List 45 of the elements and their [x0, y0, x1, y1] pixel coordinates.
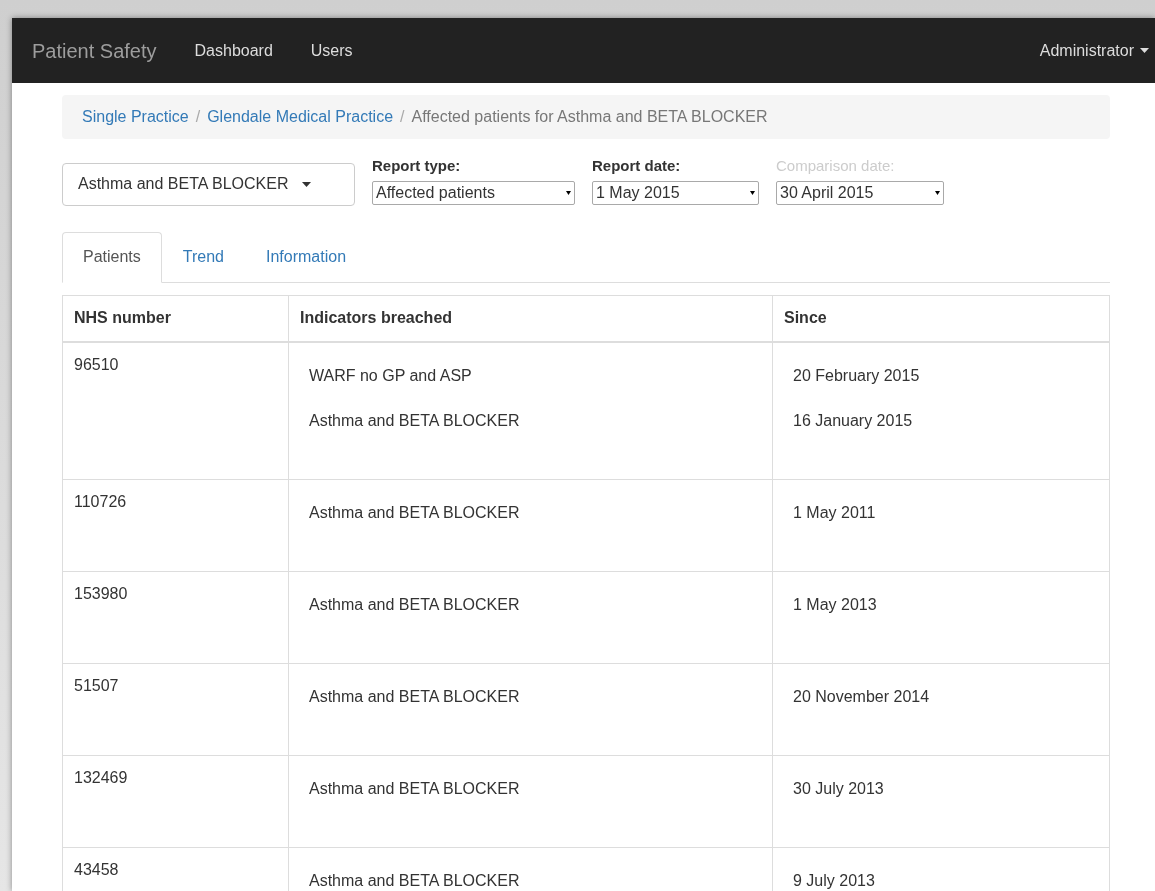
nav-link[interactable]: Users [310, 38, 353, 63]
since-date: 20 February 2015 [793, 365, 920, 386]
since-date: 16 January 2015 [793, 410, 913, 431]
since-date: 9 July 2013 [793, 870, 875, 891]
breadcrumb-separator: / [194, 107, 202, 127]
nhs-number: 96510 [74, 356, 119, 373]
nhs-number: 132469 [74, 769, 128, 786]
caret-icon [1140, 48, 1149, 53]
breadcrumb-separator: / [399, 107, 406, 127]
since-date: 20 November 2014 [793, 686, 930, 707]
breadcrumb-current: Affected patients for Asthma and BETA BLOCKER [411, 107, 768, 127]
user-menu[interactable]: Administrator [1039, 38, 1149, 63]
breadcrumb-link[interactable]: Glendale Medical Practice [207, 105, 394, 129]
indicator-name: Asthma and BETA BLOCKER [309, 686, 520, 707]
indicator-name: Asthma and BETA BLOCKER [309, 502, 520, 523]
brand-link[interactable]: Patient Safety [32, 35, 157, 66]
since-date: 30 July 2013 [793, 778, 884, 799]
nhs-number: 43458 [74, 861, 119, 878]
since-date: 1 May 2013 [793, 594, 877, 615]
column-header: Indicators breached [288, 295, 773, 342]
nhs-number: 110726 [74, 493, 127, 510]
nhs-number: 51507 [74, 677, 119, 694]
caret-icon [750, 190, 755, 195]
select-field[interactable]: Affected patients [372, 180, 575, 205]
caret-icon [566, 190, 571, 195]
indicator-dropdown[interactable]: Asthma and BETA BLOCKER [62, 162, 355, 206]
tab[interactable]: Information [245, 231, 368, 282]
since-date: 1 May 2011 [793, 502, 876, 523]
select-field[interactable]: 1 May 2015 [592, 180, 759, 205]
nhs-number: 153980 [74, 585, 128, 602]
caret-icon [302, 181, 312, 187]
tab[interactable]: Patients [62, 231, 162, 283]
filter-label: Report type: [372, 156, 462, 176]
column-header: NHS number [62, 295, 289, 342]
caret-icon [935, 190, 940, 195]
indicator-name: Asthma and BETA BLOCKER [309, 594, 520, 615]
nav-link[interactable]: Dashboard [194, 38, 273, 63]
indicator-name: Asthma and BETA BLOCKER [309, 410, 520, 431]
indicator-name: Asthma and BETA BLOCKER [309, 778, 520, 799]
indicator-name: Asthma and BETA BLOCKER [309, 870, 520, 891]
filter-label: Report date: [592, 156, 682, 176]
breadcrumb-link[interactable]: Single Practice [82, 105, 189, 129]
tab[interactable]: Trend [161, 231, 245, 282]
column-header: Since [772, 295, 1110, 342]
indicator-name: WARF no GP and ASP [309, 365, 472, 386]
